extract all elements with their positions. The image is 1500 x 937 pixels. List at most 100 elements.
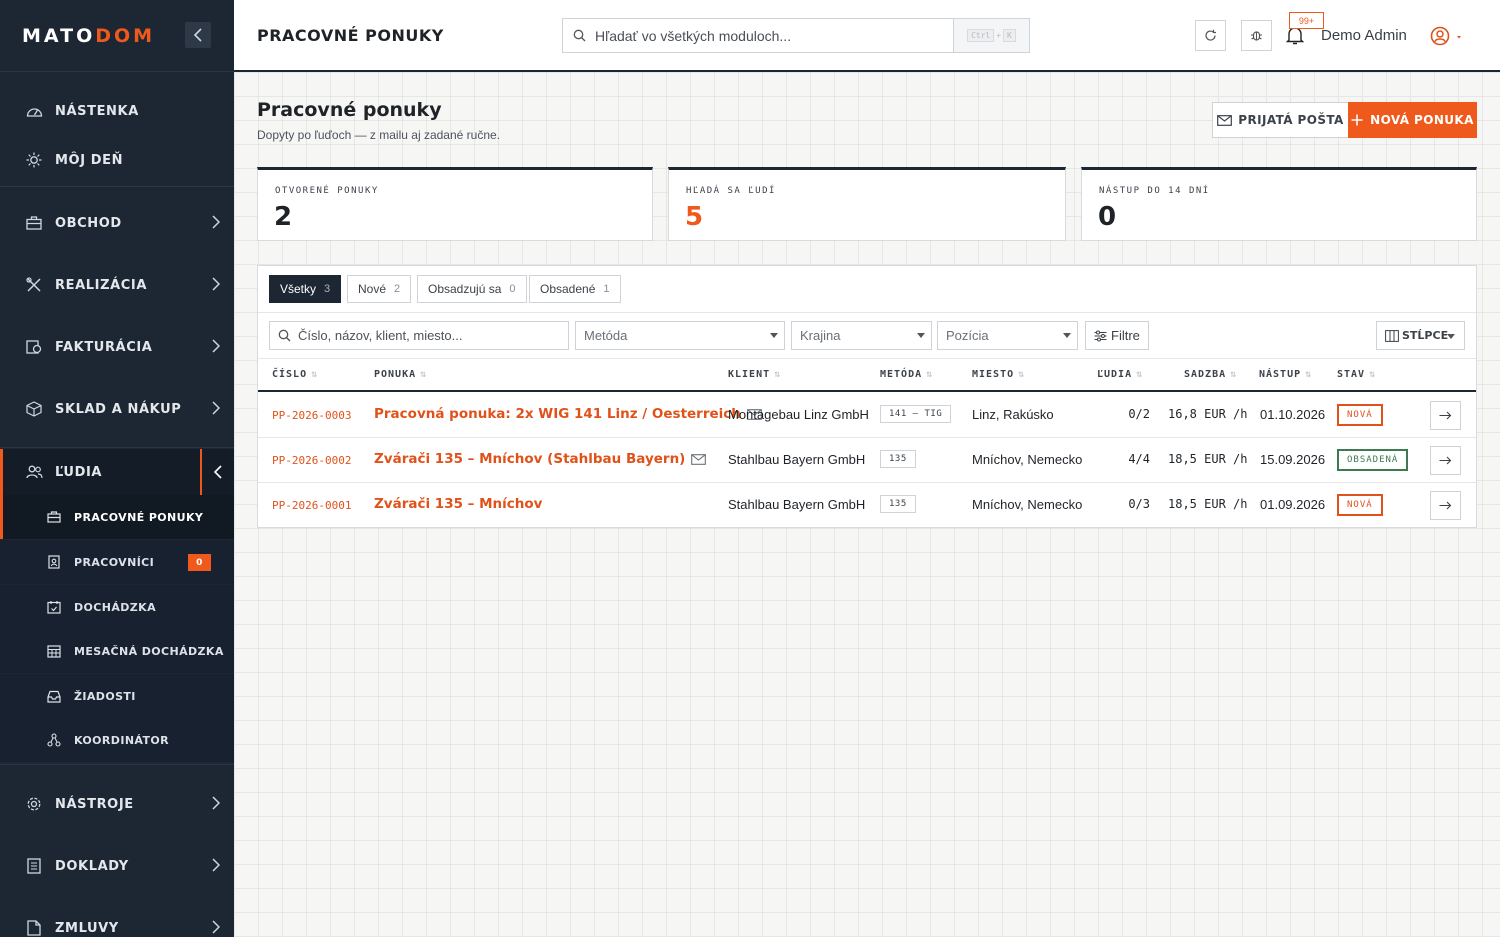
place: Mníchov, Nemecko: [972, 452, 1083, 467]
column-header-people[interactable]: ĽUDIA ⇅: [1097, 369, 1143, 380]
sidebar-item-label: NÁSTENKA: [55, 103, 139, 119]
sidebar-subitem-dochadzka[interactable]: DOCHÁDZKA: [0, 585, 234, 629]
status-badge: NOVÁ: [1337, 494, 1383, 516]
sidebar-item-realizacia[interactable]: REALIZÁCIA: [0, 260, 234, 310]
position-select[interactable]: Pozícia: [937, 321, 1078, 350]
sort-icon: ⇅: [926, 369, 934, 380]
sidebar-item-fakturacia[interactable]: FAKTURÁCIA: [0, 322, 234, 372]
sort-icon: ⇅: [1305, 369, 1313, 380]
table-row[interactable]: PP-2026-0003 Pracovná ponuka: 2x WIG 141…: [258, 393, 1476, 438]
global-search-input[interactable]: [595, 27, 945, 44]
sidebar-item-nastenka[interactable]: NÁSTENKA: [0, 86, 234, 136]
new-offer-button[interactable]: NOVÁ PONUKA: [1348, 102, 1477, 138]
client-name: Stahlbau Bayern GmbH: [728, 452, 866, 467]
tab-count: 1: [603, 283, 610, 295]
avatar-icon: [1430, 26, 1461, 46]
filters-button-label: Filtre: [1111, 328, 1140, 343]
caret-down-icon: [917, 333, 925, 338]
offer-id[interactable]: PP-2026-0002: [272, 454, 351, 467]
sidebar-subitem-label: MESAČNÁ DOCHÁDZKA: [74, 644, 224, 658]
method-select[interactable]: Metóda: [575, 321, 785, 350]
select-value: Metóda: [584, 328, 628, 343]
offer-id[interactable]: PP-2026-0003: [272, 409, 351, 422]
open-row-button[interactable]: [1430, 401, 1461, 430]
column-header-offer[interactable]: PONUKA ⇅: [374, 369, 427, 380]
country-select[interactable]: Krajina: [791, 321, 932, 350]
refresh-button[interactable]: [1195, 20, 1226, 51]
caret-down-icon: [1447, 334, 1455, 339]
open-row-button[interactable]: [1430, 491, 1461, 520]
shortcut-key: Ctrl: [967, 29, 995, 42]
sidebar-item-nastroje[interactable]: NÁSTROJE: [0, 779, 234, 829]
sidebar-item-obchod[interactable]: OBCHOD: [0, 198, 234, 248]
calendar-grid-icon: [46, 644, 61, 659]
column-header-start[interactable]: NÁSTUP ⇅: [1259, 369, 1312, 380]
sidebar-subitem-ziadosti[interactable]: ŽIADOSTI: [0, 674, 234, 718]
column-header-rate[interactable]: SADZBA ⇅: [1184, 369, 1237, 380]
stat-value: 0: [1098, 202, 1117, 232]
user-menu[interactable]: [1430, 26, 1468, 51]
search-icon: [278, 329, 291, 342]
bug-icon: [1251, 31, 1262, 41]
start-date: 01.10.2026: [1260, 407, 1326, 422]
sidebar-subitem-pracovne-ponuky[interactable]: PRACOVNÉ PONUKY: [0, 495, 234, 539]
sidebar-item-moj-den[interactable]: MÔJ DEŇ: [0, 135, 234, 185]
tab-all[interactable]: Všetky 3: [269, 275, 342, 303]
sidebar-item-ludia[interactable]: ĽUDIA: [0, 449, 234, 495]
briefcase-icon: [25, 214, 43, 232]
sort-icon: ⇅: [1230, 369, 1238, 380]
collapse-sidebar-button[interactable]: [185, 22, 211, 48]
arrow-right-icon: [1439, 501, 1452, 510]
offer-name: Zvárači 135 – Mníchov: [374, 496, 543, 512]
sidebar-item-zmluvy[interactable]: ZMLUVY: [0, 903, 234, 937]
count-badge: 0: [188, 554, 211, 571]
chevron-right-icon: [212, 215, 220, 229]
column-header-place[interactable]: MIESTO ⇅: [972, 369, 1025, 380]
open-row-button[interactable]: [1430, 446, 1461, 475]
sort-icon: ⇅: [420, 369, 428, 380]
inbox-button[interactable]: PRIJATÁ POŠTA: [1212, 102, 1349, 138]
column-header-id[interactable]: ČÍSLO ⇅: [272, 369, 318, 380]
sidebar-item-doklady[interactable]: DOKLADY: [0, 841, 234, 891]
offer-name-link[interactable]: Pracovná ponuka: 2x WIG 141 Linz / Oeste…: [374, 406, 762, 422]
chevron-right-icon: [212, 858, 220, 872]
bug-report-button[interactable]: [1241, 20, 1272, 51]
tab-filled[interactable]: Obsadené 1: [529, 275, 621, 303]
column-header-method[interactable]: METÓDA ⇅: [880, 369, 933, 380]
box-icon: [25, 400, 43, 418]
hourly-rate: 18,5 EUR /h: [1168, 497, 1248, 511]
columns-button[interactable]: STĹPCE: [1376, 321, 1465, 350]
tab-filling[interactable]: Obsadzujú sa 0: [417, 275, 527, 303]
column-header-label: KLIENT: [728, 369, 771, 380]
sliders-icon: [1094, 330, 1107, 341]
offer-id[interactable]: PP-2026-0001: [272, 499, 351, 512]
table-row[interactable]: PP-2026-0001 Zvárači 135 – Mníchov Stahl…: [258, 483, 1476, 528]
tab-new[interactable]: Nové 2: [347, 275, 412, 303]
offer-name-link[interactable]: Zvárači 135 – Mníchov (Stahlbau Bayern): [374, 451, 707, 467]
sidebar-subitem-mesacna-dochadzka[interactable]: MESAČNÁ DOCHÁDZKA: [0, 629, 234, 673]
sort-icon: ⇅: [1136, 369, 1144, 380]
sort-icon: ⇅: [774, 369, 782, 380]
sidebar-item-sklad[interactable]: SKLAD A NÁKUP: [0, 384, 234, 434]
chevron-right-icon: [212, 277, 220, 291]
search-icon: [563, 29, 595, 42]
filters-button[interactable]: Filtre: [1085, 321, 1149, 350]
column-header-label: ĽUDIA: [1097, 369, 1133, 380]
logo[interactable]: MATODOM: [22, 25, 155, 47]
user-name[interactable]: Demo Admin: [1321, 27, 1407, 44]
column-header-label: STAV: [1337, 369, 1366, 380]
stat-card-open: OTVORENÉ PONUKY 2: [257, 167, 653, 241]
sidebar-subitem-pracovnici[interactable]: PRACOVNÍCI 0: [0, 540, 234, 584]
offer-name-link[interactable]: Zvárači 135 – Mníchov: [374, 496, 543, 512]
table-row[interactable]: PP-2026-0002 Zvárači 135 – Mníchov (Stah…: [258, 438, 1476, 483]
keyboard-shortcut-hint: Ctrl + K: [953, 19, 1029, 52]
sidebar-subitem-koordinator[interactable]: KOORDINÁTOR: [0, 718, 234, 762]
people-count: 0/2: [1128, 407, 1150, 421]
column-header-status[interactable]: STAV ⇅: [1337, 369, 1376, 380]
table-search[interactable]: Číslo, názov, klient, miesto...: [269, 321, 569, 350]
column-header-client[interactable]: KLIENT ⇅: [728, 369, 781, 380]
chevron-right-icon: [212, 401, 220, 415]
filter-row: Číslo, názov, klient, miesto... Metóda K…: [258, 312, 1476, 358]
global-search[interactable]: Ctrl + K: [562, 18, 1030, 53]
arrow-right-icon: [1439, 411, 1452, 420]
